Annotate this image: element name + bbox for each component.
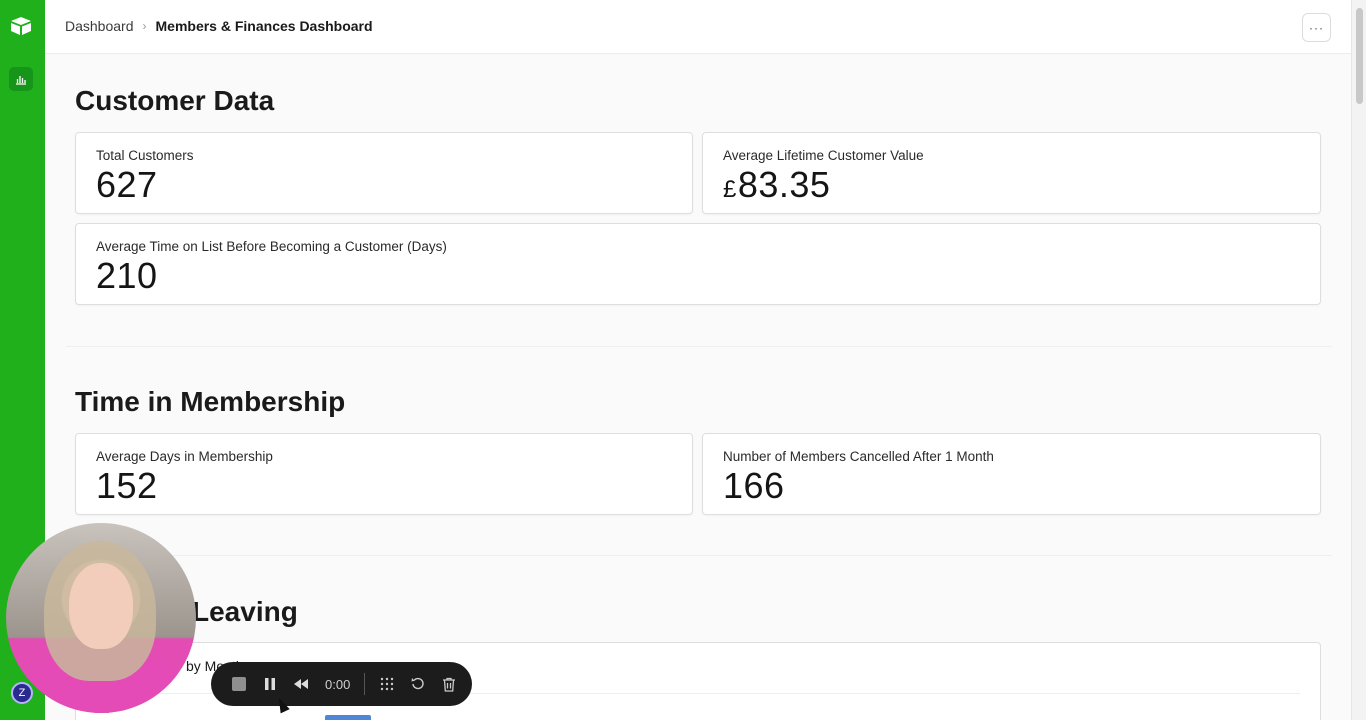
metric-value: 627 [96, 164, 158, 205]
metric-card-members-cancelled-after-1-month[interactable]: Number of Members Cancelled After 1 Mont… [702, 433, 1321, 515]
metric-label: Total Customers [96, 148, 194, 163]
metric-card-average-lifetime-value[interactable]: Average Lifetime Customer Value £83.35 [702, 132, 1321, 214]
trash-icon [443, 677, 456, 692]
drag-handle[interactable] [377, 674, 397, 694]
section-title-leaving: Leaving [192, 596, 298, 627]
breadcrumb: Dashboard › Members & Finances Dashboard [65, 18, 373, 34]
chart-bar[interactable] [325, 715, 371, 720]
drag-handle-icon [381, 677, 394, 691]
delete-recording-button[interactable] [439, 674, 459, 694]
scrollbar-thumb[interactable] [1356, 8, 1363, 104]
metric-label: Number of Members Cancelled After 1 Mont… [723, 449, 994, 464]
vertical-scrollbar[interactable] [1351, 0, 1366, 720]
metric-value: 166 [723, 465, 785, 506]
webcam-preview[interactable] [6, 523, 196, 713]
rewind-button[interactable] [291, 674, 311, 694]
metric-number: 83.35 [737, 164, 831, 205]
restart-icon [411, 677, 424, 690]
section-divider [66, 346, 1332, 347]
metric-label: Average Lifetime Customer Value [723, 148, 924, 163]
app-logo-icon[interactable] [10, 16, 32, 36]
metric-label: Average Days in Membership [96, 449, 273, 464]
webcam-person-face [69, 563, 133, 649]
breadcrumb-dashboard-link[interactable]: Dashboard [65, 18, 134, 34]
toolbar-separator [364, 673, 366, 695]
section-title-time-in-membership: Time in Membership [75, 386, 346, 417]
stop-icon [232, 677, 246, 691]
section-divider [66, 555, 1332, 556]
metric-card-total-customers[interactable]: Total Customers 627 [75, 132, 693, 214]
pause-button[interactable] [260, 674, 280, 694]
metric-card-average-time-on-list[interactable]: Average Time on List Before Becoming a C… [75, 223, 1321, 305]
metric-value: £83.35 [723, 164, 830, 206]
section-title-customer-data: Customer Data [75, 85, 275, 116]
currency-symbol: £ [723, 176, 737, 203]
metric-value: 210 [96, 255, 158, 296]
rewind-icon [294, 679, 308, 689]
more-options-button[interactable]: ··· [1302, 13, 1331, 42]
chevron-right-icon: › [142, 19, 147, 33]
bar-chart-icon [16, 76, 26, 85]
stop-recording-button[interactable] [229, 674, 249, 694]
metric-card-average-days-in-membership[interactable]: Average Days in Membership 152 [75, 433, 693, 515]
dashboards-nav-button[interactable] [9, 67, 33, 91]
pause-icon [265, 678, 275, 690]
topbar: Dashboard › Members & Finances Dashboard… [45, 0, 1351, 54]
metric-value: 152 [96, 465, 158, 506]
breadcrumb-current-page: Members & Finances Dashboard [155, 18, 373, 34]
recording-toolbar: 0:00 [211, 662, 472, 706]
recording-timer: 0:00 [325, 676, 351, 692]
restart-button[interactable] [408, 674, 428, 694]
metric-label: Average Time on List Before Becoming a C… [96, 239, 447, 254]
